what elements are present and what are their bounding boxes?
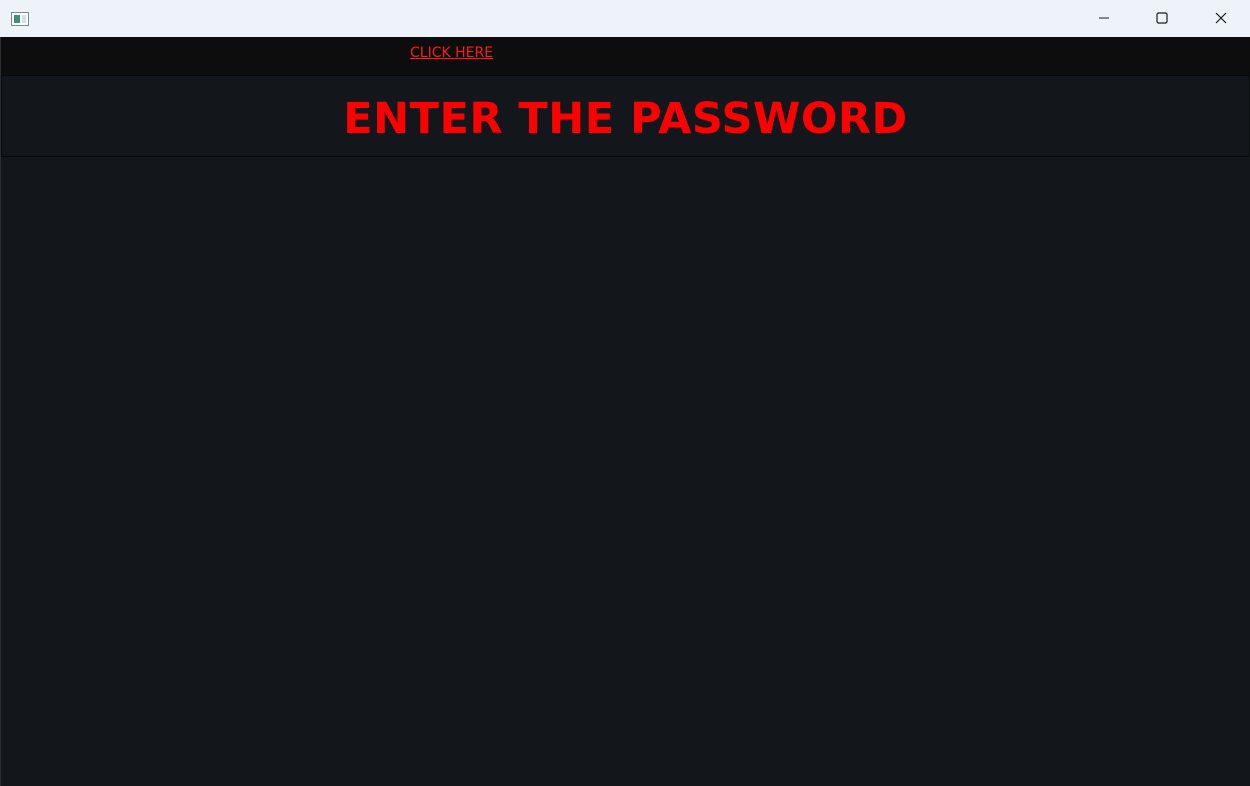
title-bar[interactable] — [0, 0, 1250, 37]
click-here-link[interactable]: CLICK HERE — [410, 45, 493, 61]
maximize-icon — [1156, 9, 1168, 28]
app-window: CLICK HERE ENTER THE PASSWORD — [0, 0, 1250, 786]
app-window-icon — [11, 11, 29, 26]
top-navbar: CLICK HERE — [1, 37, 1250, 75]
header-panel: ENTER THE PASSWORD — [1, 75, 1250, 157]
minimize-button[interactable] — [1075, 0, 1133, 37]
maximize-button[interactable] — [1133, 0, 1191, 37]
close-button[interactable] — [1192, 0, 1250, 37]
minimize-icon — [1098, 9, 1110, 28]
page-title: ENTER THE PASSWORD — [343, 94, 908, 144]
close-icon — [1215, 9, 1227, 28]
content-area — [1, 157, 1250, 786]
